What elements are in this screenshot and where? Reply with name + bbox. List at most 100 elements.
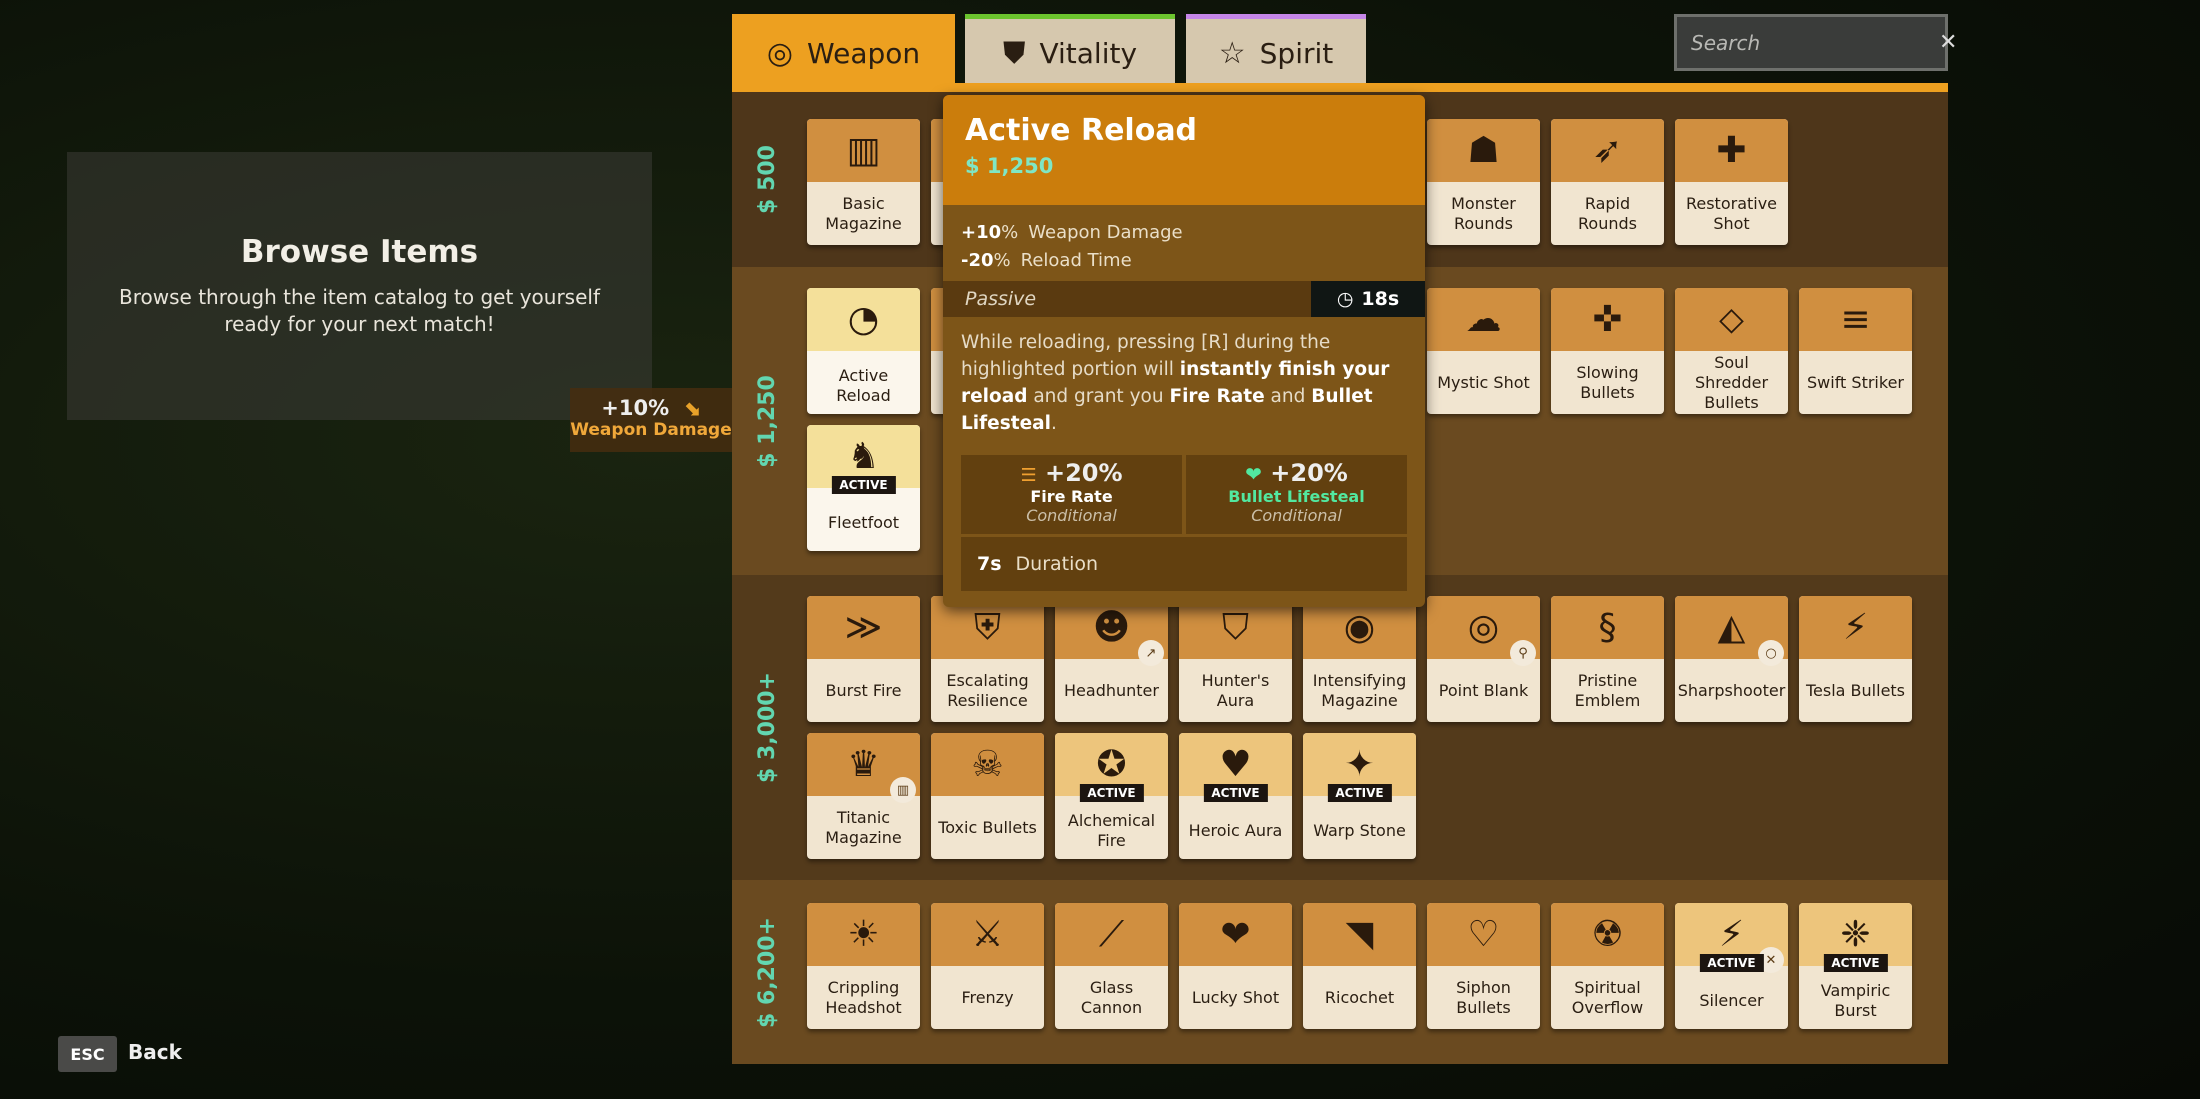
item-card-basic-magazine[interactable]: ▥ Basic Magazine (807, 119, 920, 245)
item-card-sharpshooter[interactable]: ◭ ○ Sharpshooter (1675, 596, 1788, 722)
spirit-star-icon: ☆ (1218, 36, 1246, 71)
cooldown: ◷ 18s (1311, 281, 1425, 317)
lifesteal-box: ❤ +20% Bullet Lifesteal Conditional (1186, 455, 1407, 534)
stat-unit: % (1001, 222, 1019, 243)
tier-cost: $ 6,200+ (732, 880, 802, 1064)
lucky-shot-icon: ❤ (1220, 914, 1251, 955)
cooldown-clock-icon: ◷ (1336, 288, 1354, 310)
item-card-active-reload[interactable]: ◔ Active Reload (807, 288, 920, 414)
frenzy-icon: ⚔ (971, 914, 1004, 955)
item-card-mystic-shot[interactable]: ☁ Mystic Shot (1427, 288, 1540, 414)
item-name: Spiritual Overflow (1571, 977, 1644, 1017)
item-card-slowing-bullets[interactable]: ✜ Slowing Bullets (1551, 288, 1664, 414)
item-card-warp-stone[interactable]: ✦ ACTIVE Warp Stone (1303, 733, 1416, 859)
desc-text: and (1264, 386, 1312, 407)
stat-row: +10% Weapon Damage (961, 219, 1407, 247)
spiritual-overflow-icon: ☢ (1591, 914, 1624, 955)
item-card-silencer[interactable]: ⚡ ACTIVE ✕ Silencer (1675, 903, 1788, 1029)
item-card-monster-rounds[interactable]: ☗ Monster Rounds (1427, 119, 1540, 245)
item-name: Burst Fire (825, 680, 902, 700)
ricochet-icon: ◥ (1345, 914, 1374, 955)
item-card-soul-shredder-bullets[interactable]: ⬦ Soul Shredder Bullets (1675, 288, 1788, 414)
item-card-alchemical-fire[interactable]: ✪ ACTIVE Alchemical Fire (1055, 733, 1168, 859)
fire-rate-box: ☰ +20% Fire Rate Conditional (961, 455, 1182, 534)
item-card-siphon-bullets[interactable]: ♡ Siphon Bullets (1427, 903, 1540, 1029)
item-card-rapid-rounds[interactable]: ➶ Rapid Rounds (1551, 119, 1664, 245)
tooltip-title: Active Reload (965, 113, 1198, 148)
heroic-aura-icon: ♥ (1219, 744, 1252, 785)
item-name: Intensifying Magazine (1312, 670, 1407, 710)
item-card-frenzy[interactable]: ⚔ Frenzy (931, 903, 1044, 1029)
item-card-pristine-emblem[interactable]: § Pristine Emblem (1551, 596, 1664, 722)
tier-cost: $ 1,250 (732, 267, 802, 575)
active-badge: ACTIVE (831, 476, 896, 494)
item-name: Alchemical Fire (1067, 810, 1156, 850)
item-name: Point Blank (1438, 680, 1529, 700)
search-input[interactable] (1689, 29, 1939, 56)
item-card-glass-cannon[interactable]: ⟋ Glass Cannon (1055, 903, 1168, 1029)
item-card-escalating-resilience[interactable]: ⛨ Escalating Resilience (931, 596, 1044, 722)
item-name: Fleetfoot (827, 512, 900, 532)
item-card-headhunter[interactable]: ☻ ↗ Headhunter (1055, 596, 1168, 722)
glass-cannon-icon: ⟋ (1098, 913, 1125, 955)
slowing-bullets-icon: ✜ (1592, 299, 1623, 340)
item-name: Sharpshooter (1677, 680, 1786, 700)
ability-type-bar: Passive ◷ 18s (943, 281, 1425, 317)
item-name: Escalating Resilience (946, 670, 1029, 710)
item-card-fleetfoot[interactable]: ♞ ACTIVE Fleetfoot (807, 425, 920, 551)
stat-unit: % (993, 250, 1011, 271)
component-item-icon: ▥ (890, 777, 916, 803)
mystic-shot-icon: ☁ (1465, 299, 1502, 340)
fire-rate-icon: ☰ (1020, 465, 1037, 486)
silencer-icon: ⚡ (1718, 914, 1745, 955)
item-name: Active Reload (836, 365, 891, 405)
duration-value: 7s (977, 553, 1002, 575)
duration-label: Duration (1015, 553, 1099, 575)
box-note: Conditional (1026, 506, 1117, 525)
tab-vitality[interactable]: ⛊ Vitality (965, 14, 1175, 88)
duration-row: 7s Duration (961, 537, 1407, 591)
item-card-restorative-shot[interactable]: ✚ Restorative Shot (1675, 119, 1788, 245)
item-card-intensifying-magazine[interactable]: ◉ Intensifying Magazine (1303, 596, 1416, 722)
tab-spirit[interactable]: ☆ Spirit (1186, 14, 1366, 88)
intro-title: Browse Items (240, 234, 479, 270)
item-card-burst-fire[interactable]: ≫ Burst Fire (807, 596, 920, 722)
esc-key-button[interactable]: ESC (58, 1036, 117, 1072)
crippling-headshot-icon: ☀ (847, 914, 880, 955)
item-card-ricochet[interactable]: ◥ Ricochet (1303, 903, 1416, 1029)
tier-3: $ 6,200+ ☀ Crippling Headshot ⚔ Frenzy ⟋ Glass… (732, 880, 1948, 1064)
item-name: Titanic Magazine (825, 807, 902, 847)
item-card-crippling-headshot[interactable]: ☀ Crippling Headshot (807, 903, 920, 1029)
item-name: Lucky Shot (1191, 987, 1280, 1007)
item-card-swift-striker[interactable]: ≡ Swift Striker (1799, 288, 1912, 414)
weapon-icon: ◎ (766, 35, 794, 71)
item-name: Hunter's Aura (1201, 670, 1270, 710)
item-card-hunter-s-aura[interactable]: ⛉ Hunter's Aura (1179, 596, 1292, 722)
box-label: Fire Rate (1030, 487, 1113, 506)
active-badge: ACTIVE (1203, 784, 1268, 802)
desc-bold: Fire Rate (1169, 386, 1265, 407)
tesla-bullets-icon: ⚡ (1842, 607, 1869, 648)
clear-search-icon[interactable]: ✕ (1939, 30, 1957, 55)
active-reload-icon: ◔ (847, 299, 880, 340)
tab-weapon[interactable]: ◎ Weapon (732, 14, 955, 92)
item-name: Crippling Headshot (825, 977, 902, 1017)
item-card-toxic-bullets[interactable]: ☠ Toxic Bullets (931, 733, 1044, 859)
item-card-titanic-magazine[interactable]: ♛ ▥ Titanic Magazine (807, 733, 920, 859)
tab-label: Weapon (807, 36, 921, 70)
item-card-lucky-shot[interactable]: ❤ Lucky Shot (1179, 903, 1292, 1029)
item-card-vampiric-burst[interactable]: ❈ ACTIVE Vampiric Burst (1799, 903, 1912, 1029)
soul-shredder-bullets-icon: ⬦ (1718, 298, 1745, 340)
item-card-tesla-bullets[interactable]: ⚡ Tesla Bullets (1799, 596, 1912, 722)
item-card-point-blank[interactable]: ◎ ⚲ Point Blank (1427, 596, 1540, 722)
active-badge: ACTIVE (1699, 954, 1764, 972)
item-card-spiritual-overflow[interactable]: ☢ Spiritual Overflow (1551, 903, 1664, 1029)
desc-text: and grant you (1027, 386, 1170, 407)
item-card-heroic-aura[interactable]: ♥ ACTIVE Heroic Aura (1179, 733, 1292, 859)
siphon-bullets-icon: ♡ (1467, 914, 1500, 955)
item-name: Frenzy (961, 987, 1014, 1007)
basic-magazine-icon: ▥ (846, 130, 881, 171)
item-tooltip: Active Reload $ 1,250 +10% Weapon Damage … (943, 95, 1425, 607)
tier-cost-label: $ 1,250 (754, 374, 780, 468)
back-button[interactable]: Back (128, 1040, 182, 1064)
